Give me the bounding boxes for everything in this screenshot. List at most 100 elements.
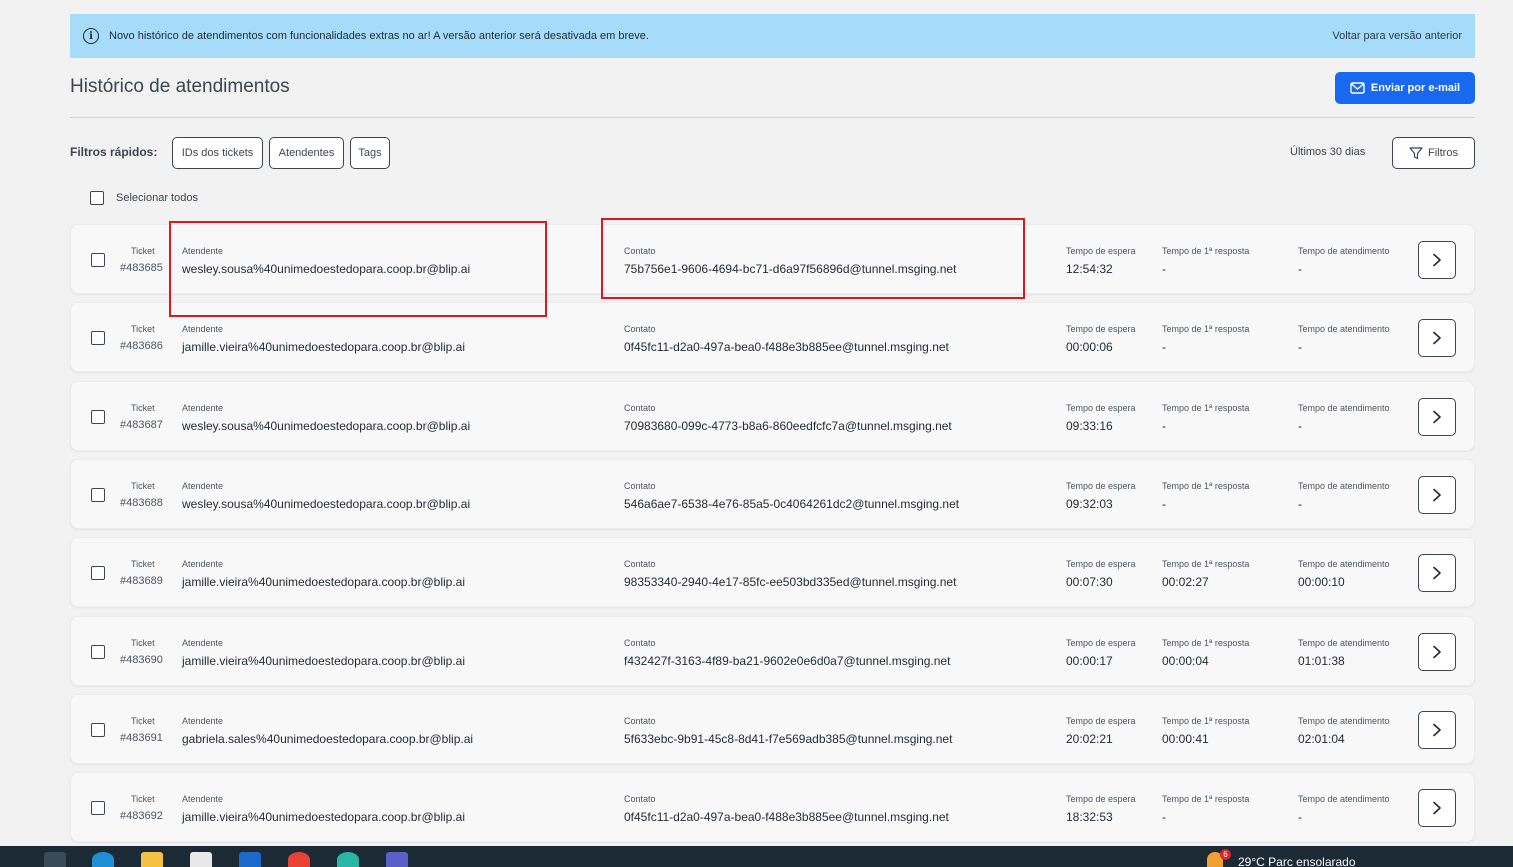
attendant-label: Atendente xyxy=(182,715,224,726)
ticket-id: #483688 xyxy=(120,496,163,509)
first-response-value: 00:00:04 xyxy=(1162,653,1209,668)
attendant-value: jamille.vieira%40unimedoestedopara.coop.… xyxy=(182,575,466,590)
open-ticket-button[interactable] xyxy=(1418,632,1456,671)
first-response-label: Tempo de 1ª resposta xyxy=(1162,246,1250,256)
chip-tags[interactable]: Tags xyxy=(350,137,390,169)
ticket-row[interactable]: Ticket #483687 Atendente wesley.sousa%40… xyxy=(70,380,1475,451)
teams-icon[interactable] xyxy=(386,852,408,867)
filters-button-label: Filtros xyxy=(1428,147,1458,159)
contact-label: Contato xyxy=(624,637,656,648)
ticket-row[interactable]: Ticket #483691 Atendente gabriela.sales%… xyxy=(70,693,1475,764)
row-checkbox[interactable] xyxy=(91,566,105,581)
weather-text[interactable]: 29°C Parc ensolarado xyxy=(1238,855,1356,867)
ticket-id: #483691 xyxy=(120,731,163,744)
first-response-value: - xyxy=(1162,810,1166,825)
contact-label: Contato xyxy=(624,402,656,413)
ticket-row[interactable]: Ticket #483688 Atendente wesley.sousa%40… xyxy=(70,458,1475,529)
service-time-value: - xyxy=(1298,496,1302,511)
row-checkbox[interactable] xyxy=(91,487,105,502)
wait-time-label: Tempo de espera xyxy=(1066,402,1136,413)
file-explorer-icon[interactable] xyxy=(141,852,163,867)
edge-icon[interactable] xyxy=(92,852,114,867)
service-time-value: 02:01:04 xyxy=(1298,731,1345,746)
ticket-label: Ticket xyxy=(131,794,155,805)
send-email-label: Enviar por e-mail xyxy=(1370,82,1461,94)
service-time-value: - xyxy=(1298,418,1302,433)
row-checkbox[interactable] xyxy=(91,644,105,659)
filters-button[interactable]: Filtros xyxy=(1392,137,1475,169)
first-response-label: Tempo de 1ª resposta xyxy=(1162,480,1250,491)
send-email-button[interactable]: Enviar por e-mail xyxy=(1335,72,1475,104)
edge-active-icon[interactable] xyxy=(337,852,359,867)
task-view-icon[interactable] xyxy=(44,852,66,867)
attendant-label: Atendente xyxy=(182,559,224,570)
banner-message: Novo histórico de atendimentos com funci… xyxy=(109,30,649,42)
first-response-value: - xyxy=(1162,496,1166,511)
ticket-row[interactable]: Ticket #483689 Atendente jamille.vieira%… xyxy=(70,537,1475,608)
contact-value: 98353340-2940-4e17-85fc-ee503bd335ed@tun… xyxy=(624,575,957,590)
first-response-value: - xyxy=(1162,418,1166,433)
service-time-value: 00:00:10 xyxy=(1298,575,1345,590)
first-response-value: 00:02:27 xyxy=(1162,575,1209,590)
contact-value: 0f45fc11-d2a0-497a-bea0-f488e3b885ee@tun… xyxy=(624,810,949,825)
open-ticket-button[interactable] xyxy=(1418,554,1456,593)
select-all-checkbox[interactable] xyxy=(90,191,104,205)
ticket-id: #483692 xyxy=(120,810,163,823)
select-all[interactable]: Selecionar todos xyxy=(90,191,198,205)
highlight-attendant-box xyxy=(169,221,547,317)
chip-attendants[interactable]: Atendentes xyxy=(269,137,344,169)
row-checkbox[interactable] xyxy=(91,409,105,424)
open-ticket-button[interactable] xyxy=(1418,397,1456,436)
open-ticket-button[interactable] xyxy=(1418,241,1456,279)
ticket-row[interactable]: Ticket #483690 Atendente jamille.vieira%… xyxy=(70,615,1475,686)
chevron-right-icon xyxy=(1433,488,1441,502)
contact-label: Contato xyxy=(624,559,656,570)
period-selector[interactable]: Últimos 30 dias xyxy=(1290,146,1365,158)
contact-value: 0f45fc11-d2a0-497a-bea0-f488e3b885ee@tun… xyxy=(624,340,949,355)
chevron-right-icon xyxy=(1433,410,1441,423)
contact-value: 546a6ae7-6538-4e76-85a5-0c4064261dc2@tun… xyxy=(624,496,960,511)
wait-time-value: 18:32:53 xyxy=(1066,810,1113,825)
service-time-label: Tempo de atendimento xyxy=(1298,794,1390,805)
service-time-label: Tempo de atendimento xyxy=(1298,402,1390,413)
contact-value: f432427f-3163-4f89-ba21-9602e0e6d0a7@tun… xyxy=(624,653,951,668)
chevron-right-icon xyxy=(1433,566,1441,580)
store-icon[interactable] xyxy=(190,852,212,867)
mail-icon xyxy=(1350,82,1365,94)
header-divider xyxy=(70,117,1475,118)
attendant-label: Atendente xyxy=(182,637,224,648)
windows-taskbar: 6 29°C Parc ensolarado xyxy=(0,846,1513,867)
attendant-value: jamille.vieira%40unimedoestedopara.coop.… xyxy=(182,810,466,825)
back-to-previous-version-link[interactable]: Voltar para versão anterior xyxy=(1332,30,1462,42)
row-checkbox[interactable] xyxy=(91,801,105,816)
ticket-id: #483690 xyxy=(120,653,163,666)
ticket-row[interactable]: Ticket #483692 Atendente jamille.vieira%… xyxy=(70,772,1475,843)
contact-label: Contato xyxy=(624,480,656,491)
chip-ticket-ids[interactable]: IDs dos tickets xyxy=(172,137,263,169)
chevron-right-icon xyxy=(1433,645,1441,658)
service-time-value: 01:01:38 xyxy=(1298,653,1345,668)
row-checkbox[interactable] xyxy=(91,331,105,346)
service-time-value: - xyxy=(1298,262,1302,276)
row-checkbox[interactable] xyxy=(91,253,105,267)
wait-time-value: 09:33:16 xyxy=(1066,418,1113,433)
open-ticket-button[interactable] xyxy=(1418,710,1456,749)
row-checkbox[interactable] xyxy=(91,722,105,737)
wait-time-value: 00:00:06 xyxy=(1066,340,1113,355)
open-ticket-button[interactable] xyxy=(1418,319,1456,358)
open-ticket-button[interactable] xyxy=(1418,475,1456,514)
contact-label: Contato xyxy=(624,715,656,726)
attendant-label: Atendente xyxy=(182,402,224,413)
open-ticket-button[interactable] xyxy=(1418,789,1456,828)
first-response-label: Tempo de 1ª resposta xyxy=(1162,637,1250,648)
chevron-right-icon xyxy=(1433,723,1441,737)
wait-time-label: Tempo de espera xyxy=(1066,559,1136,570)
chrome-icon[interactable] xyxy=(288,852,310,867)
highlight-contact-box xyxy=(601,218,1025,299)
attendant-value: gabriela.sales%40unimedoestedopara.coop.… xyxy=(182,731,474,746)
wait-time-label: Tempo de espera xyxy=(1066,324,1136,335)
service-time-label: Tempo de atendimento xyxy=(1298,324,1390,335)
outlook-icon[interactable] xyxy=(239,852,261,867)
wait-time-value: 00:07:30 xyxy=(1066,575,1113,590)
wait-time-label: Tempo de espera xyxy=(1066,480,1136,491)
